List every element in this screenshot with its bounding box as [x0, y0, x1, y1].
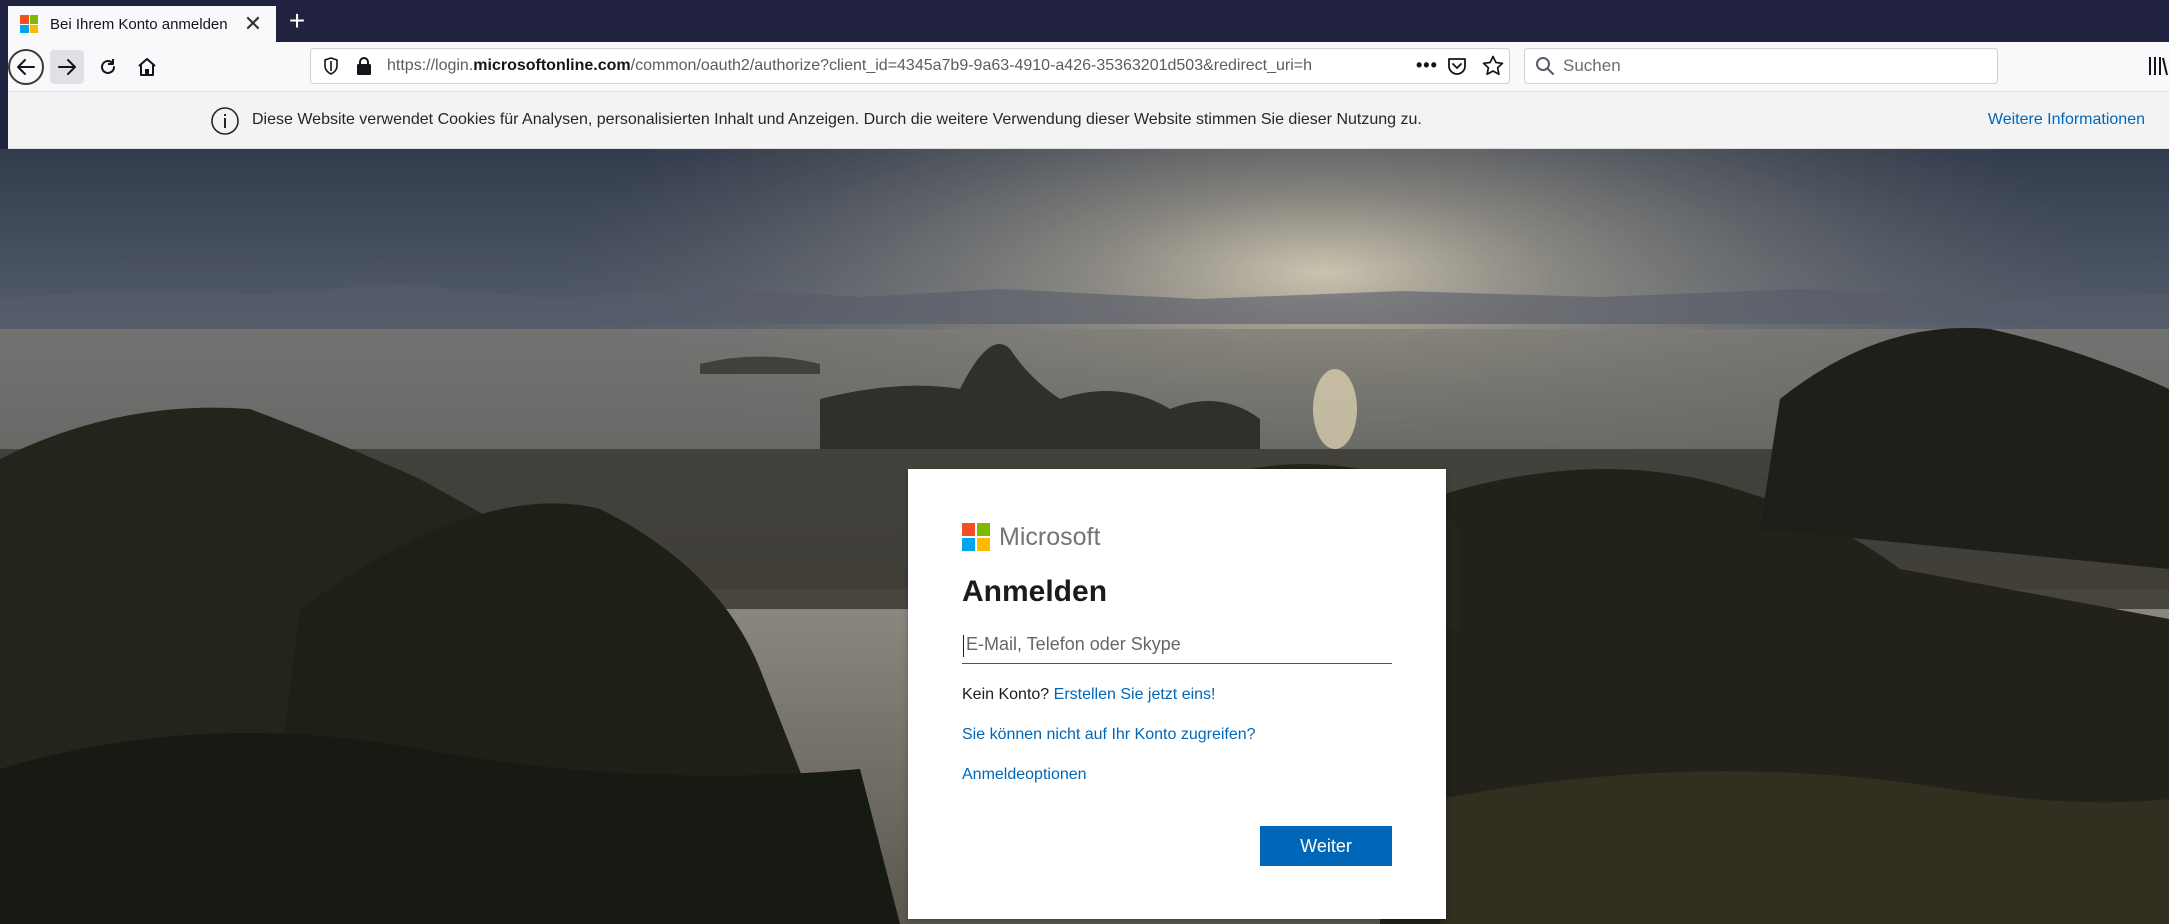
- url-path: /common/oauth2/authorize?client_id=4345a…: [630, 57, 1313, 74]
- cookie-notice-text: Diese Website verwendet Cookies für Anal…: [252, 111, 1422, 128]
- url-domain: microsoftonline.com: [473, 57, 631, 74]
- page-actions-icon[interactable]: •••: [1416, 55, 1438, 76]
- cookie-more-info-link[interactable]: Weitere Informationen: [1988, 111, 2145, 129]
- next-button[interactable]: Weiter: [1260, 826, 1392, 866]
- search-bar[interactable]: [1524, 48, 1998, 84]
- cant-access-link[interactable]: Sie können nicht auf Ihr Konto zugreifen…: [962, 726, 1256, 743]
- signin-card: Microsoft Anmelden Kein Konto? Erstellen…: [908, 469, 1446, 919]
- brand-name: Microsoft: [999, 522, 1101, 551]
- create-account-link[interactable]: Erstellen Sie jetzt eins!: [1054, 686, 1216, 703]
- no-account-row: Kein Konto? Erstellen Sie jetzt eins!: [962, 686, 1392, 704]
- microsoft-logo-icon: [962, 523, 990, 551]
- cant-access-row: Sie können nicht auf Ihr Konto zugreifen…: [962, 726, 1392, 744]
- url-bar[interactable]: https://login.microsoftonline.com/common…: [310, 48, 1510, 84]
- url-prefix: https://login.: [387, 57, 474, 74]
- email-input[interactable]: [962, 626, 1392, 663]
- pocket-icon[interactable]: [1446, 55, 1468, 77]
- bookmark-star-icon[interactable]: [1481, 54, 1505, 78]
- tab-active[interactable]: Bei Ihrem Konto anmelden ✕: [8, 6, 276, 42]
- tracking-shield-icon[interactable]: [321, 56, 341, 76]
- search-input[interactable]: [1563, 56, 1983, 76]
- url-text[interactable]: https://login.microsoftonline.com/common…: [387, 57, 1387, 75]
- signin-options-row: Anmeldeoptionen: [962, 766, 1392, 784]
- signin-options-link[interactable]: Anmeldeoptionen: [962, 766, 1087, 783]
- tab-close-icon[interactable]: ✕: [242, 13, 264, 35]
- new-tab-icon[interactable]: +: [283, 7, 311, 36]
- library-icon[interactable]: [2146, 54, 2169, 78]
- text-caret: [963, 635, 964, 657]
- no-account-text: Kein Konto?: [962, 686, 1050, 703]
- email-field[interactable]: [962, 626, 1392, 664]
- cookie-notice-bar: Diese Website verwendet Cookies für Anal…: [0, 92, 2169, 149]
- reload-icon[interactable]: [91, 50, 125, 84]
- tab-strip: Bei Ihrem Konto anmelden ✕ +: [0, 0, 2169, 42]
- page-title: Anmelden: [962, 575, 1108, 608]
- brand: Microsoft: [962, 521, 1392, 553]
- tab-title: Bei Ihrem Konto anmelden: [50, 15, 228, 33]
- lock-icon[interactable]: [355, 56, 373, 76]
- microsoft-favicon-icon: [20, 15, 38, 33]
- info-icon: [211, 107, 239, 135]
- back-icon[interactable]: [8, 49, 44, 85]
- search-icon: [1536, 57, 1554, 75]
- navigation-bar: https://login.microsoftonline.com/common…: [0, 42, 2169, 92]
- forward-icon[interactable]: [50, 50, 84, 84]
- home-icon[interactable]: [130, 50, 164, 84]
